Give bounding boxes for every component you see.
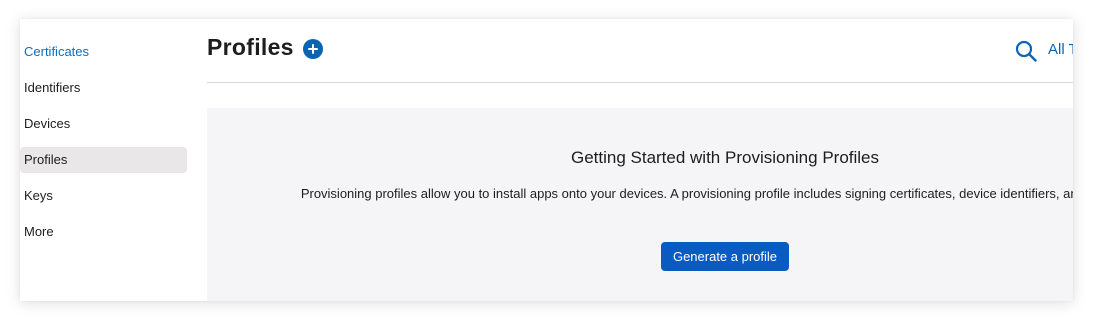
header-divider bbox=[207, 82, 1073, 83]
sidebar-item-more[interactable]: More bbox=[20, 219, 187, 245]
empty-state-panel: Getting Started with Provisioning Profil… bbox=[207, 108, 1073, 301]
sidebar-item-devices[interactable]: Devices bbox=[20, 111, 187, 137]
sidebar-item-identifiers[interactable]: Identifiers bbox=[20, 75, 187, 101]
generate-profile-button[interactable]: Generate a profile bbox=[661, 242, 789, 271]
plus-circle-icon[interactable] bbox=[303, 39, 323, 59]
empty-state-heading: Getting Started with Provisioning Profil… bbox=[570, 148, 880, 167]
app-window: Certificates Identifiers Devices Profile… bbox=[20, 19, 1073, 301]
sidebar-item-certificates[interactable]: Certificates bbox=[20, 39, 187, 65]
sidebar-item-keys[interactable]: Keys bbox=[20, 183, 187, 209]
search-icon[interactable] bbox=[1015, 40, 1037, 62]
main-content: Profiles All Types Getting Started with … bbox=[207, 19, 1073, 301]
type-filter-dropdown[interactable]: All Types bbox=[1048, 41, 1073, 58]
page-title: Profiles bbox=[207, 34, 294, 60]
sidebar-item-profiles[interactable]: Profiles bbox=[20, 147, 187, 173]
empty-state-description: Provisioning profiles allow you to insta… bbox=[300, 186, 1073, 201]
sidebar: Certificates Identifiers Devices Profile… bbox=[20, 19, 192, 301]
